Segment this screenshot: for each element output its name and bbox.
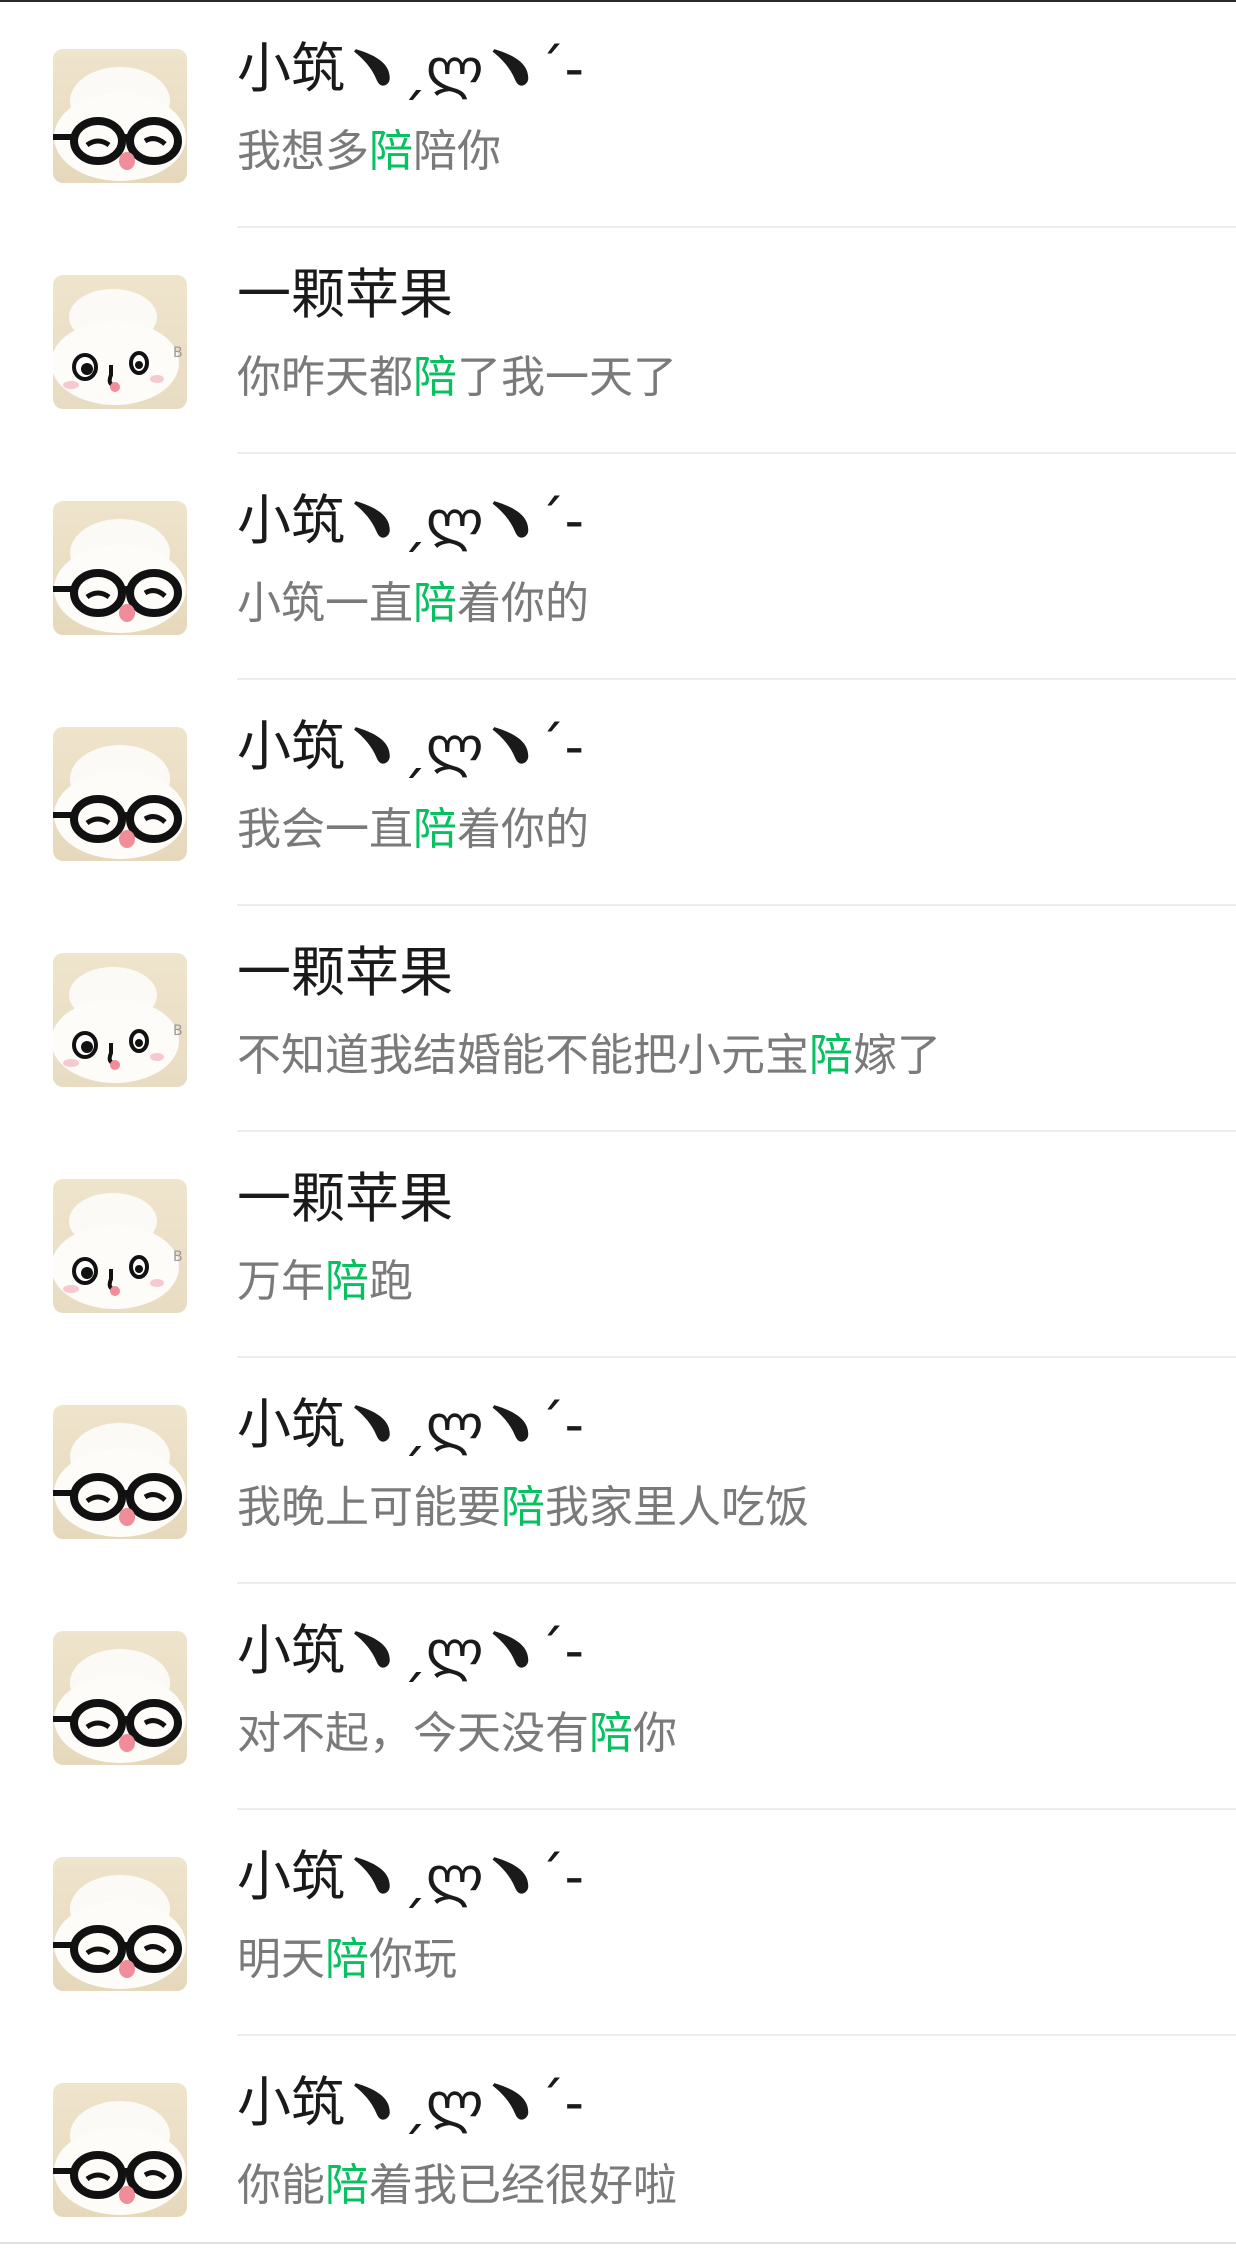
message-text: 我晚上可能要 — [237, 1482, 501, 1533]
glasses-bun-avatar[interactable] — [53, 49, 187, 183]
message-text: 陪你 — [413, 126, 501, 177]
chat-result-row[interactable]: B 一颗苹果不知道我结婚能不能把小元宝陪嫁了 — [0, 906, 1236, 1132]
message-preview: 明天陪你玩 — [237, 1930, 457, 1990]
message-preview: 不知道我结婚能不能把小元宝陪嫁了 — [237, 1026, 941, 1086]
glasses-bun-avatar[interactable] — [53, 1857, 187, 1991]
glasses-bun-avatar[interactable] — [53, 1405, 187, 1539]
message-preview: 万年陪跑 — [237, 1252, 413, 1312]
sender-name: 一颗苹果 — [237, 1164, 453, 1234]
message-text: 你昨天都 — [237, 352, 413, 403]
sender-name: 小筑﹅ˏლ﹅ˊ- — [237, 712, 584, 782]
glasses-bun-avatar[interactable] — [53, 1631, 187, 1765]
search-keyword-highlight: 陪 — [369, 126, 413, 177]
sender-name: 小筑﹅ˏლ﹅ˊ- — [237, 1616, 584, 1686]
message-text: 我想多 — [237, 126, 369, 177]
search-keyword-highlight: 陪 — [325, 1256, 369, 1307]
search-keyword-highlight: 陪 — [413, 804, 457, 855]
message-text: 明天 — [237, 1934, 325, 1985]
message-preview: 你昨天都陪了我一天了 — [237, 348, 677, 408]
sender-name: 小筑﹅ˏლ﹅ˊ- — [237, 1390, 584, 1460]
chat-result-row[interactable]: B 一颗苹果万年陪跑 — [0, 1132, 1236, 1358]
chat-result-row[interactable]: B 一颗苹果你昨天都陪了我一天了 — [0, 228, 1236, 454]
sender-name: 一颗苹果 — [237, 938, 453, 1008]
bun-face-avatar[interactable]: B — [53, 953, 187, 1087]
message-text: 跑 — [369, 1256, 413, 1307]
sender-name: 小筑﹅ˏლ﹅ˊ- — [237, 34, 584, 104]
message-text: 你能 — [237, 2160, 325, 2211]
sender-name: 一颗苹果 — [237, 260, 453, 330]
message-text: 我家里人吃饭 — [545, 1482, 809, 1533]
message-text: 你玩 — [369, 1934, 457, 1985]
message-preview: 小筑一直陪着你的 — [237, 574, 589, 634]
message-preview: 我想多陪陪你 — [237, 122, 501, 182]
message-preview: 我晚上可能要陪我家里人吃饭 — [237, 1478, 809, 1538]
glasses-bun-avatar[interactable] — [53, 501, 187, 635]
message-text: 不知道我结婚能不能把小元宝 — [237, 1030, 809, 1081]
message-text: 你 — [633, 1708, 677, 1759]
message-text: 着你的 — [457, 804, 589, 855]
message-preview: 我会一直陪着你的 — [237, 800, 589, 860]
search-keyword-highlight: 陪 — [501, 1482, 545, 1533]
svg-text:B: B — [173, 1249, 183, 1265]
message-text: 了我一天了 — [457, 352, 677, 403]
glasses-bun-avatar[interactable] — [53, 727, 187, 861]
message-text: 万年 — [237, 1256, 325, 1307]
bun-face-avatar[interactable]: B — [53, 275, 187, 409]
message-text: 小筑一直 — [237, 578, 413, 629]
sender-name: 小筑﹅ˏლ﹅ˊ- — [237, 2068, 584, 2138]
message-text: 嫁了 — [853, 1030, 941, 1081]
chat-search-results-list: 小筑﹅ˏლ﹅ˊ-我想多陪陪你 B 一颗苹果你昨天都陪了我一天了 — [0, 2, 1236, 2262]
sender-name: 小筑﹅ˏლ﹅ˊ- — [237, 1842, 584, 1912]
chat-result-row[interactable]: 小筑﹅ˏლ﹅ˊ- 小筑一直陪着你的 — [0, 454, 1236, 680]
search-keyword-highlight: 陪 — [589, 1708, 633, 1759]
svg-text:B: B — [173, 1023, 183, 1039]
glasses-bun-avatar[interactable] — [53, 2083, 187, 2217]
sender-name: 小筑﹅ˏლ﹅ˊ- — [237, 486, 584, 556]
message-preview: 对不起，今天没有陪你 — [237, 1704, 677, 1764]
message-preview: 你能陪着我已经很好啦 — [237, 2156, 677, 2216]
search-keyword-highlight: 陪 — [413, 352, 457, 403]
chat-result-row[interactable]: 小筑﹅ˏლ﹅ˊ- 我晚上可能要陪我家里人吃饭 — [0, 1358, 1236, 1584]
bun-face-avatar[interactable]: B — [53, 1179, 187, 1313]
chat-result-row[interactable]: 小筑﹅ˏლ﹅ˊ- 我会一直陪着你的 — [0, 680, 1236, 906]
search-keyword-highlight: 陪 — [413, 578, 457, 629]
chat-result-row[interactable]: 小筑﹅ˏლ﹅ˊ- 我想多陪陪你 — [0, 2, 1236, 228]
chat-result-row[interactable]: 小筑﹅ˏლ﹅ˊ- 明天陪你玩 — [0, 1810, 1236, 2036]
search-keyword-highlight: 陪 — [809, 1030, 853, 1081]
message-text: 对不起，今天没有 — [237, 1708, 589, 1759]
search-keyword-highlight: 陪 — [325, 1934, 369, 1985]
search-keyword-highlight: 陪 — [325, 2160, 369, 2211]
chat-result-row[interactable]: 小筑﹅ˏლ﹅ˊ- 你能陪着我已经很好啦 — [0, 2036, 1236, 2262]
message-text: 我会一直 — [237, 804, 413, 855]
message-text: 着你的 — [457, 578, 589, 629]
svg-text:B: B — [173, 345, 183, 361]
message-text: 着我已经很好啦 — [369, 2160, 677, 2211]
chat-result-row[interactable]: 小筑﹅ˏლ﹅ˊ- 对不起，今天没有陪你 — [0, 1584, 1236, 1810]
